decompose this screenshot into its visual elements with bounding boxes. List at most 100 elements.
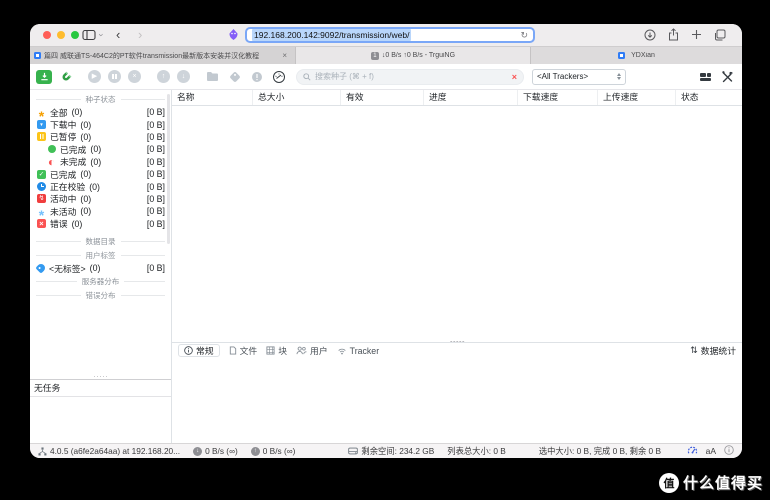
network-icon	[38, 446, 47, 455]
updown-arrows-icon: ⇅	[690, 345, 698, 355]
layout-toggle-icon[interactable]	[699, 71, 712, 83]
inactive-icon	[37, 207, 46, 216]
extension-icon[interactable]	[228, 28, 239, 46]
tab-ydxian[interactable]: YDXian	[531, 47, 742, 64]
stats-button[interactable]: ⇅ 数据统计	[690, 344, 736, 357]
tab-tutorial[interactable]: 篇四 威联通TS-464C2的PT软件transmission最新版本安装并汉化…	[30, 47, 296, 64]
section-header-status: 种子状态	[30, 92, 171, 106]
url-text[interactable]: 192.168.200.142:9092/transmission/web/	[252, 29, 412, 41]
column-header-status[interactable]: 状态	[676, 90, 742, 105]
minimize-window-button[interactable]	[57, 31, 65, 39]
column-header-progress[interactable]: 进度	[424, 90, 518, 105]
magnet-link-button[interactable]	[58, 70, 74, 84]
filter-error[interactable]: 错误(0) [0 B]	[30, 218, 171, 230]
pause-icon	[37, 132, 46, 142]
filter-completed[interactable]: 已完成(0) [0 B]	[30, 168, 171, 180]
tab-pieces[interactable]: 块	[266, 344, 287, 357]
asterisk-icon	[37, 108, 46, 117]
free-space: 剩余空间: 234.2 GB	[348, 445, 434, 457]
sidebar-scrollbar[interactable]	[167, 94, 170, 244]
filter-verifying[interactable]: 正在校验 (0) [0 B]	[30, 180, 171, 192]
column-header-up-speed[interactable]: 上传速度	[598, 90, 676, 105]
search-input[interactable]: 搜索种子 (⌘ + f) ×	[296, 68, 524, 85]
tab-overview-icon[interactable]	[714, 29, 726, 41]
torrent-table-body[interactable]	[172, 106, 742, 342]
filter-paused-complete[interactable]: 已完成 (0) [0 B]	[30, 143, 171, 155]
filter-downloading[interactable]: 下载中(0) [0 B]	[30, 118, 171, 130]
zoom-window-button[interactable]	[71, 31, 79, 39]
section-header-labels: 用户标签	[30, 248, 171, 262]
tab-peers[interactable]: 用户	[296, 344, 328, 357]
speed-gauge-icon[interactable]	[687, 445, 698, 458]
tab-title: ↓0 B/s ↑0 B/s - TrguiNG	[381, 52, 456, 59]
filter-paused[interactable]: 已暂停 (0) [0 B]	[30, 131, 171, 143]
settings-tools-icon[interactable]	[721, 70, 734, 83]
details-panel: 常规 文件 块 用户 Tracker ⇅ 数据统计	[172, 339, 742, 358]
queue-down-button[interactable]: ↓	[177, 70, 190, 83]
list-total-size: 列表总大小: 0 B	[447, 446, 506, 456]
verifying-icon	[37, 182, 46, 192]
column-header-down-speed[interactable]: 下载速度	[518, 90, 598, 105]
section-header-servers: 服务器分布	[30, 274, 171, 288]
address-bar[interactable]: 192.168.200.142:9092/transmission/web/ ↻	[245, 27, 535, 43]
add-torrent-button[interactable]	[36, 69, 52, 84]
column-header-name[interactable]: 名称	[172, 90, 253, 105]
torrent-table-header: 名称 总大小 有效 进度 下载速度 上传速度 状态	[172, 90, 742, 106]
font-size-button[interactable]: aA	[706, 446, 716, 456]
tag-icon	[35, 262, 47, 274]
filter-paused-incomplete[interactable]: 未完成(0) [0 B]	[30, 156, 171, 168]
tasks-body	[30, 397, 171, 443]
labels-icon[interactable]	[229, 71, 241, 83]
upload-speed: ↑ 0 B/s (∞)	[250, 446, 295, 456]
remove-button[interactable]: ×	[128, 70, 141, 83]
pause-button[interactable]	[108, 70, 121, 83]
details-resize-handle[interactable]	[450, 339, 464, 344]
window-controls	[43, 31, 79, 39]
resume-button[interactable]: ▶	[88, 70, 101, 83]
drive-icon	[348, 447, 359, 455]
tab-tracker[interactable]: Tracker	[337, 346, 379, 356]
search-placeholder: 搜索种子 (⌘ + f)	[315, 72, 374, 81]
share-icon[interactable]	[668, 28, 679, 41]
reload-icon[interactable]: ↻	[520, 30, 528, 41]
tracker-filter-select[interactable]: <All Trackers>	[532, 68, 626, 85]
smzdm-logo-icon: 值	[658, 472, 679, 493]
new-tab-icon[interactable]	[691, 29, 702, 40]
filter-list: 种子状态 全部(0) [0 B] 下载中(0) [0 B] 已暂停(0) [0 …	[30, 90, 171, 374]
tab-title: YDXian	[631, 52, 655, 59]
downloads-icon[interactable]	[644, 29, 656, 41]
filter-active[interactable]: 活动中(0) [0 B]	[30, 193, 171, 205]
speed-limit-icon[interactable]	[272, 70, 286, 84]
column-header-total-size[interactable]: 总大小	[253, 90, 341, 105]
back-button[interactable]: ‹	[116, 28, 120, 41]
sidebar-toggle-icon[interactable]	[82, 28, 96, 46]
tracker-filter-value: <All Trackers>	[537, 72, 589, 81]
tab-files[interactable]: 文件	[229, 344, 257, 357]
completed-icon	[37, 169, 46, 179]
clear-search-icon[interactable]: ×	[512, 72, 517, 82]
filter-no-label[interactable]: <无标签> (0) [0 B]	[30, 262, 171, 274]
section-header-directories: 数据目录	[30, 234, 171, 248]
forward-button[interactable]: ›	[138, 28, 142, 41]
safari-window: › ‹ › 192.168.200.142:9092/transmission/…	[30, 24, 742, 458]
app-toolbar: ▶ × ↑ ↓ 搜索种子 (⌘ + f) × <All Trackers>	[30, 64, 742, 90]
info-circle-icon[interactable]	[724, 445, 734, 457]
grid-icon	[266, 346, 275, 355]
search-icon	[303, 72, 311, 81]
details-body	[172, 358, 742, 443]
close-window-button[interactable]	[43, 31, 51, 39]
tab-close-icon[interactable]: ×	[278, 51, 291, 60]
column-header-have[interactable]: 有效	[341, 90, 424, 105]
priority-icon[interactable]	[251, 71, 263, 83]
queue-up-button[interactable]: ↑	[157, 70, 170, 83]
file-icon	[229, 346, 236, 355]
filter-inactive[interactable]: 未活动(0) [0 B]	[30, 205, 171, 217]
info-icon	[184, 346, 193, 355]
error-icon	[37, 219, 46, 229]
chevron-down-icon[interactable]: ›	[97, 34, 107, 37]
move-folder-icon[interactable]	[206, 71, 219, 82]
tab-general[interactable]: 常规	[178, 344, 220, 357]
watermark: 值 什么值得买	[658, 472, 763, 493]
tab-trguing[interactable]: 1 ↓0 B/s ↑0 B/s - TrguiNG	[296, 47, 531, 64]
filter-all[interactable]: 全部(0) [0 B]	[30, 106, 171, 118]
